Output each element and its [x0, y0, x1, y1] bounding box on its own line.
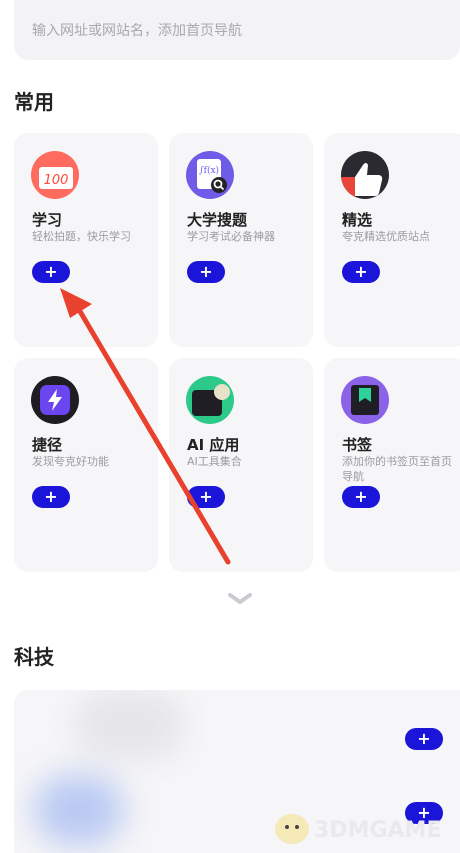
- svg-text:∫f(x): ∫f(x): [199, 165, 219, 176]
- watermark-text: 3DMGAME: [314, 818, 442, 843]
- add-button[interactable]: +: [342, 261, 380, 283]
- card-title: 捷径: [32, 436, 63, 454]
- card-title: 学习: [32, 211, 63, 229]
- chevron-down-icon[interactable]: [227, 592, 253, 606]
- card-title: 大学搜题: [187, 211, 248, 229]
- card-ai-apps[interactable]: AI 应用 AI工具集合 +: [169, 358, 313, 572]
- card-college-search[interactable]: ∫f(x) 大学搜题 学习考试必备神器 +: [169, 133, 313, 347]
- card-subtitle: 学习考试必备神器: [187, 230, 275, 243]
- plus-icon: +: [44, 487, 58, 506]
- bookmark-icon: [341, 376, 389, 424]
- card-subtitle: 轻松拍题，快乐学习: [32, 230, 131, 243]
- formula-search-icon: ∫f(x): [186, 151, 234, 199]
- plus-icon: +: [199, 487, 213, 506]
- study-100-icon: 100: [31, 151, 79, 199]
- ai-app-icon: [186, 376, 234, 424]
- plus-icon: +: [44, 262, 58, 281]
- add-button[interactable]: +: [405, 728, 443, 750]
- card-subtitle: 添加你的书签页至首页导航: [342, 455, 452, 483]
- card-subtitle: 发现夸克好功能: [32, 455, 109, 468]
- card-title: 书签: [342, 436, 373, 454]
- add-button[interactable]: +: [187, 486, 225, 508]
- add-button[interactable]: +: [342, 486, 380, 508]
- svg-text:100: 100: [44, 173, 69, 188]
- card-shortcut[interactable]: 捷径 发现夸克好功能 +: [14, 358, 158, 572]
- card-subtitle: 夸克精选优质站点: [342, 230, 430, 243]
- search-placeholder: 输入网址或网站名，添加首页导航: [32, 23, 242, 39]
- card-title: AI 应用: [187, 436, 240, 454]
- blurred-content: [34, 775, 124, 845]
- add-button[interactable]: +: [187, 261, 225, 283]
- section-title-tech: 科技: [14, 645, 54, 669]
- search-input[interactable]: 输入网址或网站名，添加首页导航: [14, 0, 460, 60]
- card-bookmarks[interactable]: 书签 添加你的书签页至首页导航 +: [324, 358, 460, 572]
- plus-icon: +: [417, 729, 431, 748]
- section-title-common: 常用: [14, 90, 54, 114]
- add-button[interactable]: +: [32, 261, 70, 283]
- card-subtitle: AI工具集合: [187, 455, 242, 468]
- card-study[interactable]: 100 学习 轻松拍题，快乐学习 +: [14, 133, 158, 347]
- card-title: 精选: [342, 211, 373, 229]
- thumbs-up-icon: [341, 151, 389, 199]
- plus-icon: +: [354, 262, 368, 281]
- lightning-icon: [31, 376, 79, 424]
- plus-icon: +: [354, 487, 368, 506]
- plus-icon: +: [199, 262, 213, 281]
- add-button[interactable]: +: [32, 486, 70, 508]
- blurred-content: [74, 690, 184, 760]
- card-featured[interactable]: 精选 夸克精选优质站点 +: [324, 133, 460, 347]
